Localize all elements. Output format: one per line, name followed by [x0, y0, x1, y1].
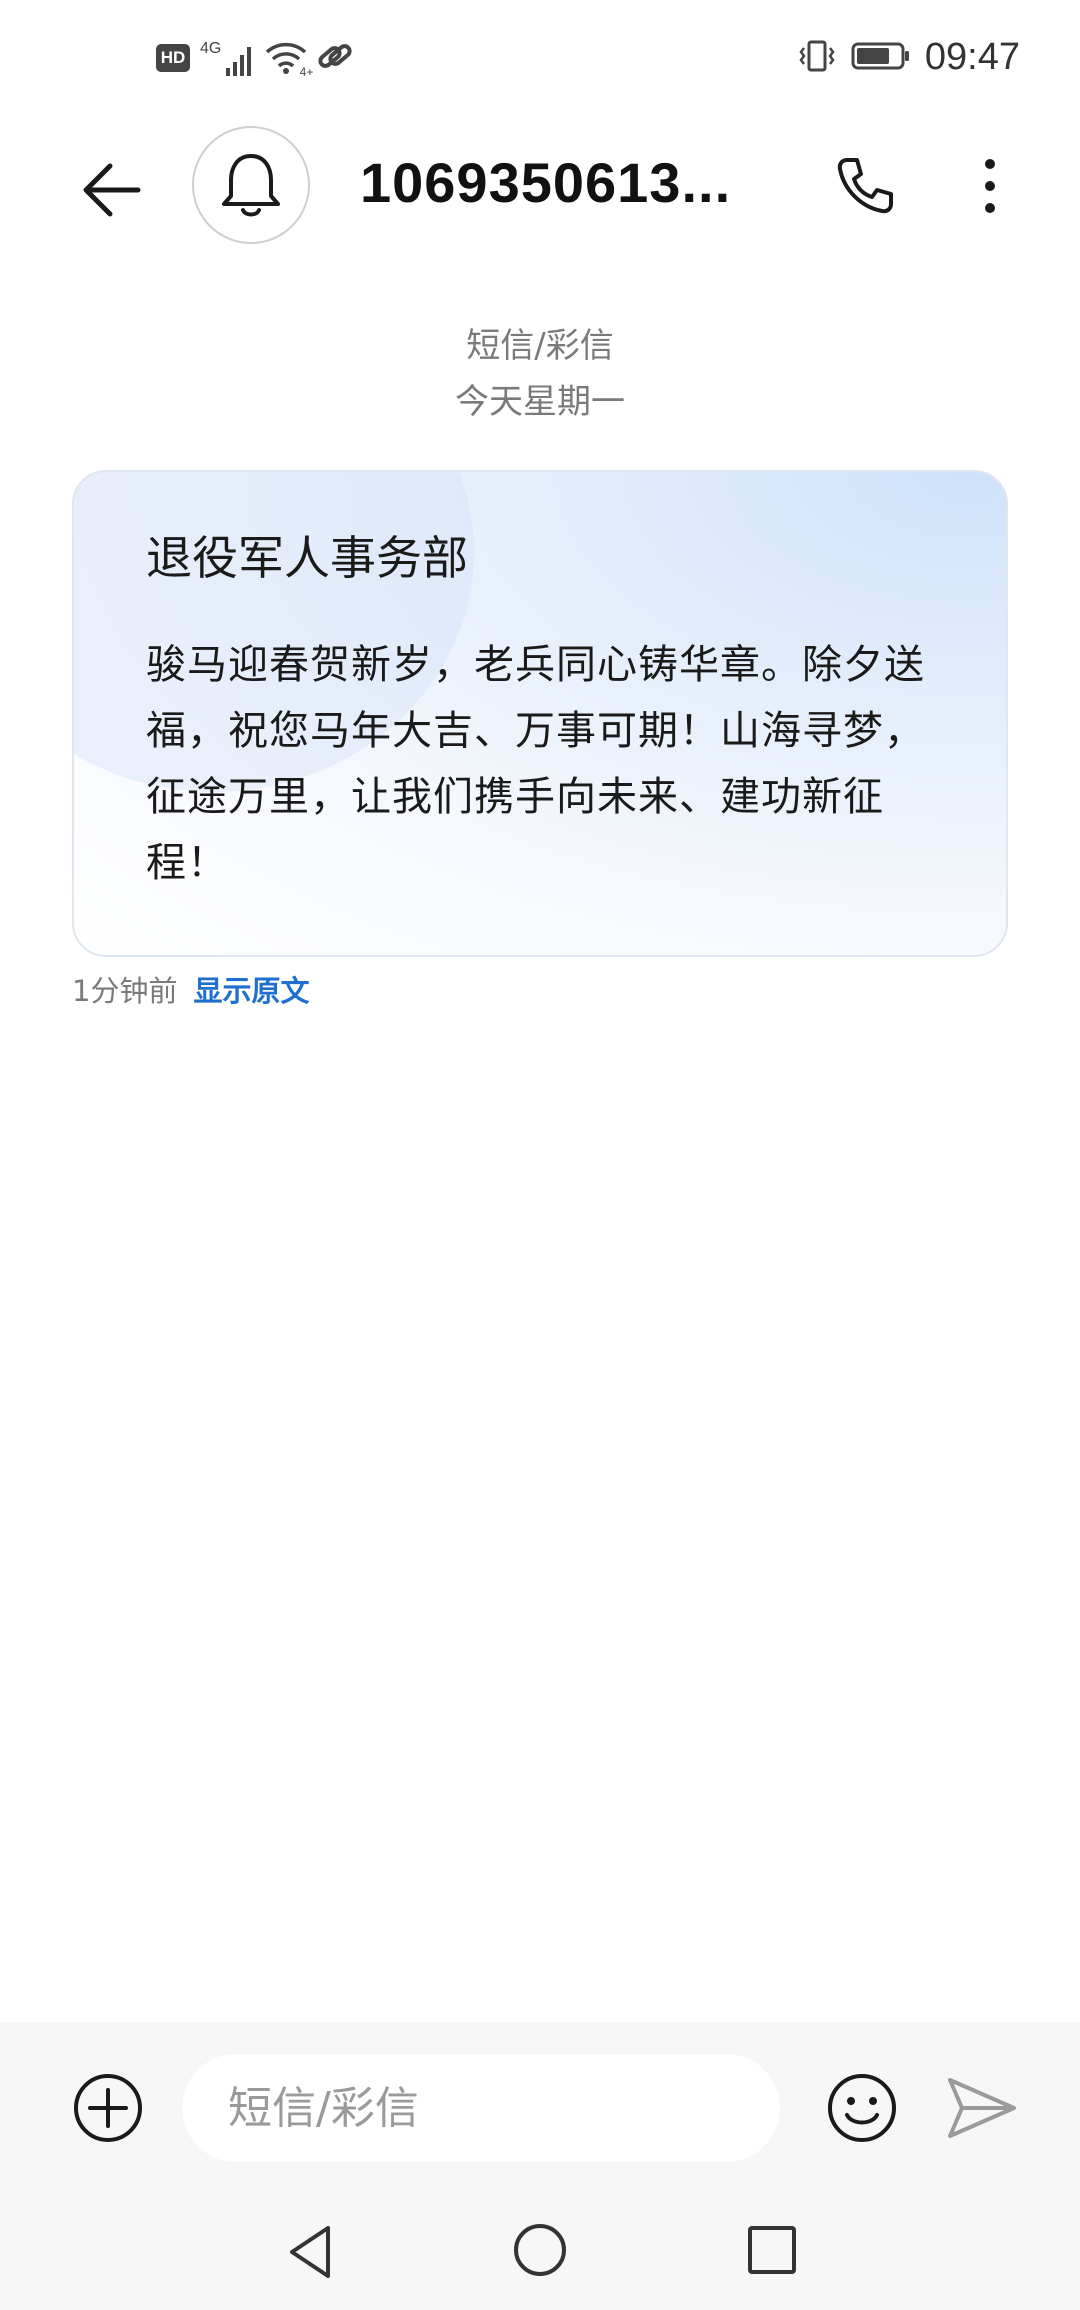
message-time: 1分钟前 [72, 974, 178, 1008]
conversation-meta: 短信/彩信 今天星期一 [0, 318, 1080, 430]
send-icon [948, 2078, 1016, 2138]
message-composer [0, 2022, 1080, 2194]
more-options-button[interactable] [960, 146, 1020, 226]
status-bar-right: 09:47 [797, 36, 1020, 79]
date-label: 今天星期一 [455, 382, 625, 422]
status-time: 09:47 [924, 36, 1020, 78]
nav-recent-button[interactable] [740, 2218, 804, 2282]
message-footer: 1分钟前 显示原文 [72, 968, 309, 1010]
add-attachment-button[interactable] [72, 2072, 144, 2144]
nav-back-button[interactable] [280, 2220, 344, 2284]
channel-label: 短信/彩信 [466, 326, 614, 366]
send-button[interactable] [944, 2072, 1020, 2144]
more-vertical-icon [985, 159, 995, 213]
show-original-link[interactable]: 显示原文 [193, 968, 309, 1010]
back-button[interactable] [70, 150, 150, 230]
system-navigation-bar [0, 2194, 1080, 2310]
signal-icon: 4G [200, 40, 255, 76]
nav-home-icon [514, 2224, 566, 2276]
battery-icon [851, 41, 911, 75]
message-sender: 退役军人事务部 [146, 531, 468, 585]
call-button[interactable] [820, 146, 910, 226]
wifi-sub-label: 4+ [299, 65, 314, 79]
link-icon [317, 40, 353, 76]
message-card[interactable]: 退役军人事务部 骏马迎春贺新岁，老兵同心铸华章。除夕送福，祝您马年大吉、万事可期… [72, 470, 1008, 957]
contact-avatar[interactable] [192, 126, 310, 244]
message-input[interactable] [182, 2054, 780, 2162]
back-arrow-icon [83, 163, 141, 217]
hd-icon: HD [156, 44, 190, 72]
phone-icon [837, 158, 893, 214]
network-type-label: 4G [200, 40, 222, 57]
vibrate-icon [797, 39, 837, 77]
emoji-icon [828, 2074, 896, 2142]
message-body: 骏马迎春贺新岁，老兵同心铸华章。除夕送福，祝您马年大吉、万事可期！山海寻梦，征途… [146, 642, 925, 886]
wifi-icon: 4+ [265, 41, 313, 79]
status-bar-left: HD 4G 4+ [156, 40, 353, 79]
status-bar: HD 4G 4+ 09:47 [0, 0, 1080, 120]
nav-back-icon [290, 2226, 330, 2278]
sms-conversation-screen: HD 4G 4+ 09:47 1069350613... 短信/彩信 今天星期一… [0, 0, 1080, 2310]
contact-title[interactable]: 1069350613... [360, 150, 760, 220]
conversation-header: 1069350613... [0, 120, 1080, 250]
nav-recent-icon [748, 2226, 796, 2274]
add-icon [74, 2074, 142, 2142]
bell-icon [222, 154, 280, 217]
nav-home-button[interactable] [508, 2218, 572, 2282]
emoji-button[interactable] [826, 2072, 898, 2144]
